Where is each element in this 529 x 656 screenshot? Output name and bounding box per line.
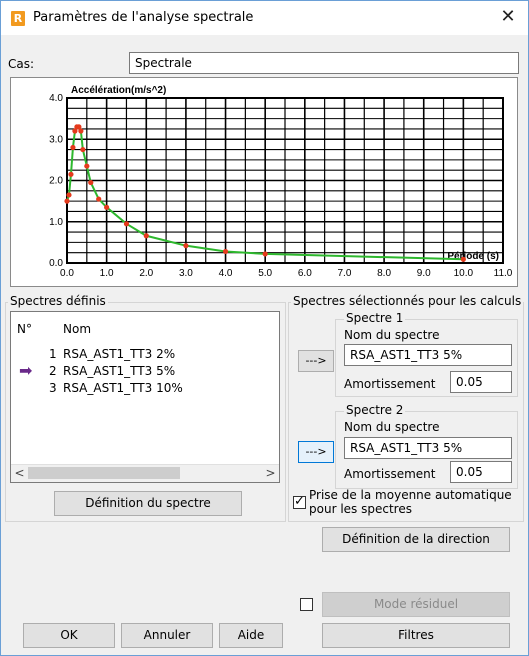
row-num: 2 [49,364,57,378]
spectrum1-damping-field[interactable]: 0.05 [450,371,512,393]
spectrum2-name-field[interactable]: RSA_AST1_TT3 5% [344,437,512,459]
spectrum2-name-label: Nom du spectre [344,420,440,434]
list-item[interactable]: 1 RSA_AST1_TT3 2% [17,347,267,363]
x-axis-label: Période (s) [447,251,499,262]
spectrum1-title: Spectre 1 [344,311,406,325]
list-item[interactable]: ➡ 2 RSA_AST1_TT3 5% [17,361,267,380]
column-header-name: Nom [63,322,92,336]
data-point [460,256,466,262]
y-tick-label: 0.0 [49,258,63,269]
x-tick-label: 5.0 [258,268,272,279]
check-icon: ✓ [294,494,305,509]
assign-spectrum1-button[interactable]: ---> [298,350,334,372]
close-icon[interactable]: ✕ [488,1,528,35]
spectrum2-title: Spectre 2 [344,403,406,417]
spectrum-definition-button[interactable]: Définition du spectre [54,491,242,516]
spectrum1-name-label: Nom du spectre [344,328,440,342]
dialog-window: R Paramètres de l'analyse spectrale ✕ Ca… [0,0,529,656]
scrollbar-thumb[interactable] [28,467,180,479]
x-tick-label: 11.0 [494,268,513,279]
x-tick-label: 1.0 [100,268,114,279]
residual-mode-checkbox[interactable] [300,598,313,611]
x-tick-label: 0.0 [60,268,74,279]
chart-canvas: 0.0 1.0 2.0 3.0 4.0 5.0 6.0 7.0 8.0 9.0 10.0 11.0 0.… [49,85,513,279]
selected-spectra-title: Spectres sélectionnés pour les calculs [291,294,524,308]
data-point [183,243,189,249]
ok-button[interactable]: OK [23,623,115,648]
data-point [64,198,70,204]
list-item[interactable]: 3 RSA_AST1_TT3 10% [17,381,267,397]
data-point [78,128,84,134]
app-logo-icon: R [11,11,25,26]
scroll-left-icon[interactable]: < [11,465,28,482]
data-point [68,171,74,177]
data-point [143,233,149,239]
spectrum-chart: 0.0 1.0 2.0 3.0 4.0 5.0 6.0 7.0 8.0 9.0 10.0 11.0 0.… [10,77,518,287]
x-tick-label: 8.0 [377,268,391,279]
spectra-list[interactable]: N° Nom 1 RSA_AST1_TT3 2% ➡ 2 RSA_AST1_TT… [10,311,280,483]
y-tick-label: 1.0 [49,217,63,228]
data-point [80,146,86,153]
horizontal-scrollbar[interactable]: < > [11,464,279,482]
data-point [70,144,76,151]
data-point [66,192,72,198]
spectrum2-damping-field[interactable]: 0.05 [450,461,512,483]
row-name: RSA_AST1_TT3 5% [63,364,176,378]
filters-button[interactable]: Filtres [322,623,510,648]
cancel-button[interactable]: Annuler [121,623,213,648]
data-point [262,251,268,257]
data-point [84,163,90,169]
x-tick-label: 2.0 [139,268,153,279]
chart-grid [66,97,504,264]
scroll-right-icon[interactable]: > [262,465,279,482]
data-point [104,204,110,210]
help-button[interactable]: Aide [219,623,283,648]
row-name: RSA_AST1_TT3 10% [63,381,183,395]
case-field[interactable]: Spectrale [129,52,519,74]
residual-mode-button[interactable]: Mode résiduel [322,592,510,617]
column-header-num: N° [17,322,32,336]
average-checkbox-label-line1: Prise de la moyenne automatique [309,488,512,502]
row-num: 1 [49,347,57,361]
data-point [123,221,130,227]
data-point [222,248,229,255]
case-label: Cas: [8,57,35,71]
spectrum1-name-field[interactable]: RSA_AST1_TT3 5% [344,344,512,366]
average-checkbox[interactable]: ✓ [293,494,306,509]
defined-spectra-title: Spectres définis [8,294,108,308]
spectrum1-damping-label: Amortissement [344,377,436,391]
y-axis-label: Accélération(m/s^2) [71,85,166,96]
x-tick-label: 10.0 [454,268,474,279]
data-point [96,196,102,202]
x-tick-label: 9.0 [417,268,431,279]
row-name: RSA_AST1_TT3 2% [63,347,176,361]
direction-definition-button[interactable]: Définition de la direction [322,527,510,552]
title-bar: R Paramètres de l'analyse spectrale ✕ [1,1,528,35]
x-tick-label: 7.0 [338,268,352,279]
window-title: Paramètres de l'analyse spectrale [33,10,254,25]
selected-row-arrow-icon: ➡ [19,361,33,380]
assign-spectrum2-button[interactable]: ---> [298,441,334,463]
y-tick-label: 4.0 [49,93,63,104]
y-tick-label: 2.0 [49,176,63,187]
y-tick-label: 3.0 [49,134,63,145]
spectrum2-damping-label: Amortissement [344,467,436,481]
x-tick-label: 3.0 [179,268,193,279]
row-num: 3 [49,381,57,395]
data-point [88,179,94,186]
average-checkbox-label-line2: pour les spectres [309,502,412,516]
x-tick-label: 4.0 [219,268,233,279]
x-tick-label: 6.0 [298,268,312,279]
